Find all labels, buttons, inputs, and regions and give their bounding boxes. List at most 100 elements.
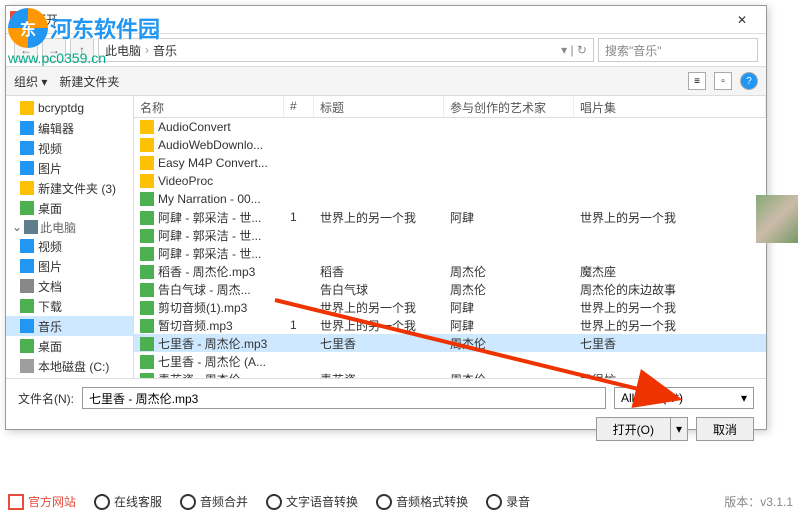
nav-back-button[interactable]: ← <box>14 38 38 62</box>
col-title[interactable]: 标题 <box>314 96 444 117</box>
bottom-tab[interactable]: 音频格式转换 <box>376 493 468 510</box>
tab-label: 录音 <box>506 493 530 510</box>
sidebar-item[interactable]: 编辑器 <box>6 118 133 138</box>
col-album[interactable]: 唱片集 <box>574 96 766 117</box>
tab-icon <box>266 494 282 510</box>
search-placeholder: 搜索"音乐" <box>605 42 662 59</box>
breadcrumb[interactable]: 此电脑 › 音乐 ▾ | ↻ <box>98 38 594 62</box>
file-icon <box>140 355 154 369</box>
view-mode-button[interactable]: ≡ <box>688 72 706 90</box>
tab-icon <box>180 494 196 510</box>
breadcrumb-seg1[interactable]: 此电脑 <box>105 42 141 59</box>
breadcrumb-sep: › <box>145 43 149 57</box>
bottom-tab[interactable]: 文字语音转换 <box>266 493 358 510</box>
sidebar-item[interactable]: bcryptdg <box>6 98 133 118</box>
file-icon <box>140 265 154 279</box>
new-folder-button[interactable]: 新建文件夹 <box>59 73 119 90</box>
sidebar-item-label: 本地磁盘 (C:) <box>38 358 109 375</box>
file-filter-dropdown[interactable]: All files (*.*) ▾ <box>614 387 754 409</box>
nav-up-button[interactable]: ↑ <box>70 38 94 62</box>
file-row[interactable]: 暂切音频.mp31世界上的另一个我阿肆世界上的另一个我 <box>134 316 766 334</box>
file-row[interactable]: VideoProc <box>134 172 766 190</box>
sidebar-item[interactable]: 新建文件夹 (3) <box>6 178 133 198</box>
file-row[interactable]: 阿肆 - 郭采洁 - 世...1世界上的另一个我阿肆世界上的另一个我 <box>134 208 766 226</box>
sidebar-item[interactable]: 本地磁盘 (C:) <box>6 356 133 376</box>
sidebar-item-label: 视频 <box>38 238 62 255</box>
col-name[interactable]: 名称 <box>134 96 284 117</box>
bottom-tab[interactable]: 在线客服 <box>94 493 162 510</box>
tab-icon <box>486 494 502 510</box>
nav-forward-button[interactable]: → <box>42 38 66 62</box>
file-row[interactable]: AudioWebDownlo... <box>134 136 766 154</box>
file-open-dialog: 打开 ✕ ← → ↑ 此电脑 › 音乐 ▾ | ↻ 搜索"音乐" 组织 ▾ 新建… <box>5 5 767 430</box>
tab-label: 在线客服 <box>114 493 162 510</box>
folder-icon <box>20 279 34 293</box>
sidebar-item[interactable]: 文档 <box>6 276 133 296</box>
sidebar-item[interactable]: 桌面 <box>6 336 133 356</box>
chevron-icon: ⌄ <box>12 220 22 234</box>
col-artist[interactable]: 参与创作的艺术家 <box>444 96 574 117</box>
file-filter-label: All files (*.*) <box>621 391 683 405</box>
breadcrumb-seg2[interactable]: 音乐 <box>153 42 177 59</box>
file-row[interactable]: 阿肆 - 郭采洁 - 世... <box>134 244 766 262</box>
file-row[interactable]: Easy M4P Convert... <box>134 154 766 172</box>
folder-icon <box>20 259 34 273</box>
file-row[interactable]: 剪切音频(1).mp3世界上的另一个我阿肆世界上的另一个我 <box>134 298 766 316</box>
sidebar-item[interactable]: 视频 <box>6 236 133 256</box>
file-icon <box>140 174 154 188</box>
sidebar-item-label: 下载 <box>38 298 62 315</box>
sidebar-item[interactable]: 桌面 <box>6 198 133 218</box>
thumbnail-image <box>756 195 798 243</box>
open-dropdown-button[interactable]: ▾ <box>670 417 688 441</box>
file-list-header: 名称 # 标题 参与创作的艺术家 唱片集 <box>134 96 766 118</box>
sidebar-item-label: 图片 <box>38 258 62 275</box>
bottom-tab[interactable]: 录音 <box>486 493 530 510</box>
file-row[interactable]: 告白气球 - 周杰...告白气球周杰伦周杰伦的床边故事 <box>134 280 766 298</box>
sidebar-item-label: bcryptdg <box>38 101 84 115</box>
file-row[interactable]: 七里香 - 周杰伦 (A... <box>134 352 766 370</box>
breadcrumb-dropdown[interactable]: ▾ | ↻ <box>561 43 587 57</box>
file-row[interactable]: My Narration - 00... <box>134 190 766 208</box>
file-row[interactable]: 七里香 - 周杰伦.mp3七里香周杰伦七里香 <box>134 334 766 352</box>
close-button[interactable]: ✕ <box>722 8 762 32</box>
file-row[interactable]: 稻香 - 周杰伦.mp3稻香周杰伦魔杰座 <box>134 262 766 280</box>
sidebar-item-label: 音乐 <box>38 318 62 335</box>
folder-icon <box>20 161 34 175</box>
search-input[interactable]: 搜索"音乐" <box>598 38 758 62</box>
file-icon <box>140 138 154 152</box>
bottom-tab[interactable]: 官方网站 <box>8 493 76 510</box>
path-bar: ← → ↑ 此电脑 › 音乐 ▾ | ↻ 搜索"音乐" <box>6 34 766 66</box>
dialog-bottom: 文件名(N): All files (*.*) ▾ 打开(O) ▾ 取消 <box>6 378 766 449</box>
sidebar-item-label: 文档 <box>38 278 62 295</box>
sidebar-item[interactable]: 音乐 <box>6 316 133 336</box>
file-icon <box>140 373 154 378</box>
col-num[interactable]: # <box>284 96 314 117</box>
app-icon <box>10 11 28 29</box>
filename-label: 文件名(N): <box>18 390 74 407</box>
filename-input[interactable] <box>82 387 606 409</box>
sidebar-item[interactable]: 下载 <box>6 296 133 316</box>
toolbar: 组织 ▾ 新建文件夹 ≡ ▫ ? <box>6 66 766 96</box>
file-row[interactable]: AudioConvert <box>134 118 766 136</box>
sidebar-item[interactable]: 图片 <box>6 158 133 178</box>
cancel-button[interactable]: 取消 <box>696 417 754 441</box>
sidebar-item[interactable]: 视频 <box>6 138 133 158</box>
chevron-down-icon: ▾ <box>741 391 747 405</box>
sidebar-item-label: 桌面 <box>38 200 62 217</box>
help-button[interactable]: ? <box>740 72 758 90</box>
sidebar-item-label: 图片 <box>38 160 62 177</box>
file-row[interactable]: 阿肆 - 郭采洁 - 世... <box>134 226 766 244</box>
sidebar-item-label: 视频 <box>38 140 62 157</box>
tab-label: 官方网站 <box>28 493 76 510</box>
sidebar-group-pc[interactable]: ⌄此电脑 <box>6 218 133 236</box>
file-row[interactable]: 青花瓷 - 周杰伦....青花瓷周杰伦我很忙 <box>134 370 766 378</box>
folder-icon <box>20 299 34 313</box>
bottom-tab[interactable]: 音频合并 <box>180 493 248 510</box>
preview-button[interactable]: ▫ <box>714 72 732 90</box>
open-button[interactable]: 打开(O) <box>596 417 670 441</box>
organize-button[interactable]: 组织 ▾ <box>14 73 47 90</box>
folder-icon <box>20 359 34 373</box>
sidebar-item[interactable]: 图片 <box>6 256 133 276</box>
sidebar-item-label: 编辑器 <box>38 120 74 137</box>
pc-icon <box>24 220 38 234</box>
